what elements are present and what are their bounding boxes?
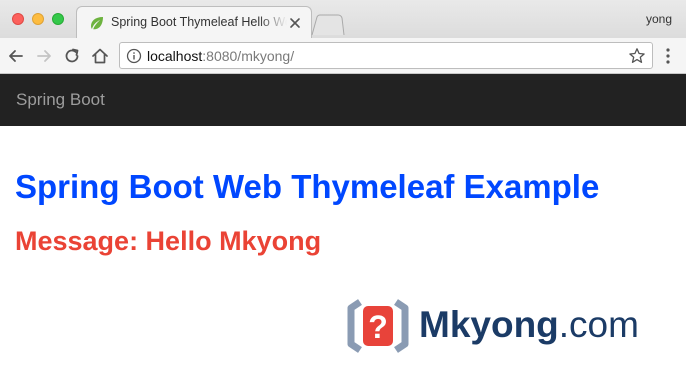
page-heading: Spring Boot Web Thymeleaf Example	[15, 168, 600, 205]
minimize-window-button[interactable]	[32, 13, 44, 25]
logo-question-mark: ?	[368, 309, 388, 345]
browser-toolbar: localhost:8080/mkyong/	[0, 38, 686, 74]
message-text: Message: Hello Mkyong	[15, 226, 322, 256]
url-text: localhost:8080/mkyong/	[147, 48, 294, 64]
maximize-window-button[interactable]	[52, 13, 64, 25]
watermark-domain: .com	[558, 304, 639, 345]
profile-name[interactable]: yong	[646, 12, 672, 26]
watermark-brand: Mkyong	[419, 304, 559, 345]
url-host: localhost	[147, 48, 203, 64]
title-bar: Spring Boot Thymeleaf Hello World Exampl…	[0, 0, 686, 38]
browser-tab[interactable]: Spring Boot Thymeleaf Hello World Exampl…	[76, 6, 312, 38]
back-arrow-icon[interactable]	[6, 46, 26, 66]
kebab-menu-icon[interactable]	[661, 47, 675, 65]
page-content: Spring Boot Web Thymeleaf Example Messag…	[0, 126, 686, 367]
star-icon[interactable]	[628, 47, 646, 65]
watermark-text: Mkyong.com	[419, 303, 639, 347]
info-icon[interactable]	[126, 48, 142, 64]
close-icon[interactable]	[289, 17, 301, 29]
home-icon[interactable]	[90, 46, 110, 66]
url-path: :8080/mkyong/	[202, 48, 295, 64]
navbar-brand[interactable]: Spring Boot	[16, 90, 105, 110]
site-navbar: Spring Boot	[0, 74, 686, 126]
leaf-icon	[91, 17, 103, 30]
mkyong-watermark: ? Mkyong.com	[346, 296, 676, 356]
address-bar[interactable]: localhost:8080/mkyong/	[119, 42, 653, 69]
forward-arrow-icon[interactable]	[34, 46, 54, 66]
tab-title: Spring Boot Thymeleaf Hello World Exampl…	[111, 15, 287, 29]
mkyong-logo-icon: ?	[347, 299, 409, 353]
close-window-button[interactable]	[12, 13, 24, 25]
reload-icon[interactable]	[62, 46, 82, 66]
new-tab-button[interactable]	[310, 14, 346, 36]
